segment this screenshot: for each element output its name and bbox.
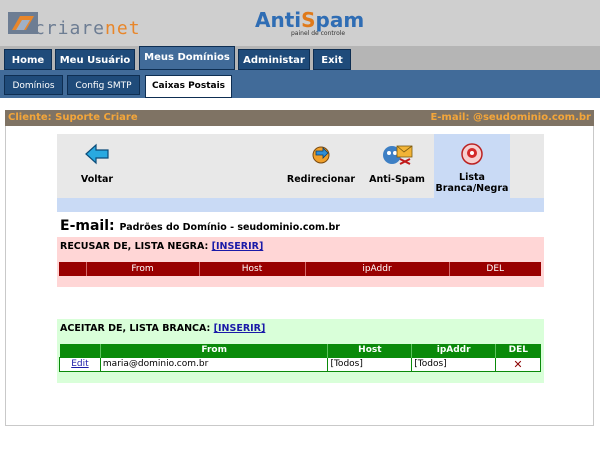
list-badge-icon xyxy=(461,143,483,165)
client-bar: Cliente: Suporte Criare E-mail: @seudomi… xyxy=(5,110,594,126)
redirecionar-button[interactable]: Redirecionar xyxy=(285,134,357,198)
right-edge xyxy=(594,98,600,454)
delete-x-icon[interactable]: ✕ xyxy=(513,358,522,371)
tab-home[interactable]: Home xyxy=(4,49,52,70)
table-row: Edit maria@dominio.com.br [Todos] [Todos… xyxy=(59,356,541,372)
antispam-wordmark: AntiSpam xyxy=(255,8,365,32)
page-title-sub: Padrões do Domínio - seudominio.com.br xyxy=(119,222,340,233)
whitelist-heading: ACEITAR DE, LISTA BRANCA: [INSERIR] xyxy=(60,323,265,334)
antispam-icon xyxy=(383,145,413,165)
arrow-left-icon xyxy=(85,143,109,165)
action-toolbar: Voltar Redirecionar Anti-Spam Lista Bran… xyxy=(57,134,544,198)
logo-text: criarenet xyxy=(34,18,141,39)
whitelist-from-cell: maria@dominio.com.br xyxy=(99,356,329,372)
whitelist-edit-cell: Edit xyxy=(59,356,101,372)
blacklist-heading: RECUSAR DE, LISTA NEGRA: [INSERIR] xyxy=(60,241,263,252)
antispam-brand: AntiSpam painel de controle xyxy=(255,8,375,40)
whitelist-host-cell: [Todos] xyxy=(327,356,413,372)
lista-branca-negra-button[interactable]: Lista Branca/Negra xyxy=(434,134,510,198)
whitelist-table: From Host ipAddr DEL Edit maria@dominio.… xyxy=(59,344,541,372)
main-nav: Home Meu Usuário Meus Domínios Administa… xyxy=(0,46,600,70)
blacklist-heading-text: RECUSAR DE, LISTA NEGRA: xyxy=(60,241,209,252)
edit-link[interactable]: Edit xyxy=(71,359,88,369)
tab-exit[interactable]: Exit xyxy=(313,49,351,70)
blacklist-header-row: From Host ipAddr DEL xyxy=(59,262,541,276)
whitelist-ipaddr-cell: [Todos] xyxy=(411,356,497,372)
subtab-config-smtp[interactable]: Config SMTP xyxy=(67,75,140,95)
antispam-label: Anti-Spam xyxy=(369,174,425,185)
voltar-label: Voltar xyxy=(80,174,114,185)
app-header: criarenet AntiSpam painel de controle xyxy=(0,0,600,46)
blacklist-col-host: Host xyxy=(198,262,305,276)
tab-administar[interactable]: Administar xyxy=(238,49,310,70)
whitelist-insert-link[interactable]: [INSERIR] xyxy=(214,323,266,334)
whitelist-col-del: DEL xyxy=(495,344,541,357)
lista-label-line2: Branca/Negra xyxy=(435,183,509,194)
tab-meu-usuario[interactable]: Meu Usuário xyxy=(55,49,135,70)
page-title-main: E-mail: xyxy=(60,218,115,234)
whitelist-col-edit xyxy=(59,344,101,357)
subtab-dominios[interactable]: Domínios xyxy=(4,75,63,95)
whitelist-heading-text: ACEITAR DE, LISTA BRANCA: xyxy=(60,323,211,334)
redirecionar-label: Redirecionar xyxy=(286,174,356,185)
antispam-button[interactable]: Anti-Spam xyxy=(362,134,432,198)
whitelist-col-ipaddr: ipAddr xyxy=(411,344,496,357)
subtab-caixas-postais[interactable]: Caixas Postais xyxy=(145,75,232,98)
lista-label-line1: Lista xyxy=(459,172,485,183)
whitelist-col-host: Host xyxy=(327,344,412,357)
antispam-subtitle: painel de controle xyxy=(291,30,346,37)
client-name: Cliente: Suporte Criare xyxy=(8,112,138,123)
sub-nav: Domínios Config SMTP Caixas Postais xyxy=(0,70,600,98)
whitelist-header-row: From Host ipAddr DEL xyxy=(59,344,541,357)
tab-meus-dominios[interactable]: Meus Domínios xyxy=(139,46,235,70)
blacklist-table: From Host ipAddr DEL xyxy=(59,262,541,276)
blacklist-col-ipaddr: ipAddr xyxy=(304,262,449,276)
lista-label: Lista Branca/Negra xyxy=(434,172,510,194)
blacklist-col-from: From xyxy=(85,262,199,276)
whitelist-del-cell: ✕ xyxy=(495,356,541,372)
blacklist-col-edit xyxy=(59,262,86,276)
criarenet-logo: criarenet xyxy=(8,8,141,40)
client-email: E-mail: @seudominio.com.br xyxy=(430,112,591,123)
whitelist-col-from: From xyxy=(99,344,328,357)
toolbar-strip xyxy=(57,198,544,212)
voltar-button[interactable]: Voltar xyxy=(57,134,137,198)
redirect-icon xyxy=(312,146,330,164)
page-title: E-mail: Padrões do Domínio - seudominio.… xyxy=(60,218,340,234)
blacklist-insert-link[interactable]: [INSERIR] xyxy=(212,241,264,252)
blacklist-col-del: DEL xyxy=(448,262,541,276)
